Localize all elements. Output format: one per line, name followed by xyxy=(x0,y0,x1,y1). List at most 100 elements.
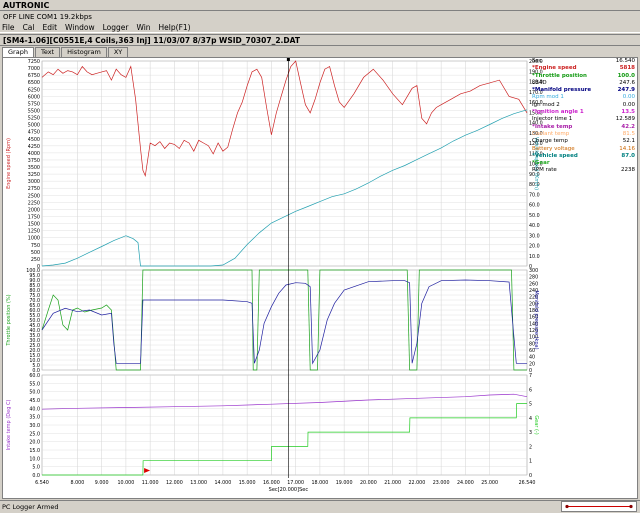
y-tick-label: 1250 xyxy=(28,229,40,235)
y-tick-label: 5250 xyxy=(28,116,40,122)
legend-label: Ign mod 2 xyxy=(532,101,560,108)
legend-value: 5818 xyxy=(619,65,635,72)
x-tick-label: 25.000 xyxy=(481,480,498,486)
x-tick-label: 10.000 xyxy=(118,480,135,486)
x-tick-label: 26.540 xyxy=(519,480,536,486)
y2-tick-label: 260 xyxy=(529,281,538,287)
y-tick-label: 35.0 xyxy=(29,415,40,421)
y-tick-label: 100.0 xyxy=(26,268,40,274)
y2-tick-label: 40.0 xyxy=(529,223,540,229)
y2-tick-label: 1 xyxy=(529,459,532,465)
y2-axis-title: Gear (-) xyxy=(533,415,539,434)
timeline-marker-icon xyxy=(565,504,633,509)
x-tick-label: 24.000 xyxy=(457,480,474,486)
x-tick-label: 19.000 xyxy=(336,480,353,486)
y-tick-label: 3750 xyxy=(28,158,40,164)
legend-row[interactable]: Injector time 1 12.589 xyxy=(532,116,637,123)
legend-label: *Engine speed xyxy=(532,65,577,72)
legend-value: 247.9 xyxy=(617,87,635,94)
y-axis-title: Throttle position (%) xyxy=(6,294,12,346)
y-tick-label: 4000 xyxy=(28,151,40,157)
legend-value: 100.0 xyxy=(617,72,635,79)
legend-row[interactable]: *Engine speed 5818 xyxy=(532,65,637,72)
x-tick-label: 16.000 xyxy=(263,480,280,486)
y-tick-label: 2000 xyxy=(28,207,40,213)
y-tick-label: 6750 xyxy=(28,73,40,79)
legend-row[interactable]: Sec 16.540 xyxy=(532,58,637,65)
legend-label: *Throttle position xyxy=(532,72,587,79)
y2-tick-label: 2 xyxy=(529,444,532,450)
y-tick-label: 250 xyxy=(31,257,40,263)
legend-row[interactable]: *Manifold pressure 247.9 xyxy=(532,87,637,94)
legend-row[interactable]: Ign mod 2 0.00 xyxy=(532,102,637,109)
y-tick-label: 2250 xyxy=(28,200,40,206)
legend-value: 2238 xyxy=(621,167,635,174)
y-tick-label: 5.0 xyxy=(32,465,40,471)
y-axis-title: Engine speed (Rpm) xyxy=(6,138,12,189)
timeline-scroller[interactable] xyxy=(561,501,637,512)
legend-label: Coolant temp xyxy=(532,130,570,137)
legend-label: *Ignition angle 1 xyxy=(532,109,584,116)
y-tick-label: 3500 xyxy=(28,165,40,171)
y-tick-label: 4250 xyxy=(28,144,40,150)
y-tick-label: 6250 xyxy=(28,87,40,93)
y-tick-label: 500 xyxy=(31,250,40,256)
legend-label: Sec xyxy=(532,58,542,64)
legend-row[interactable]: *Vehicle speed 87.0 xyxy=(532,153,637,160)
legend-row[interactable]: *Gear xyxy=(532,160,637,167)
legend-row[interactable]: Battery voltage 14.16 xyxy=(532,146,637,153)
y-tick-label: 2500 xyxy=(28,193,40,199)
y-tick-label: 10.0 xyxy=(29,456,40,462)
legend-row[interactable]: *Throttle position 100.0 xyxy=(532,73,637,80)
y-tick-label: 1000 xyxy=(28,236,40,242)
y2-tick-label: 70.0 xyxy=(529,192,540,198)
legend-value: 81.5 xyxy=(622,130,635,137)
x-tick-label: 13.000 xyxy=(190,480,207,486)
y-tick-label: 3250 xyxy=(28,172,40,178)
cursor-label: Sec[20.000]Sec xyxy=(269,487,309,493)
y2-tick-label: 40 xyxy=(529,355,535,361)
time-cursor-handle xyxy=(286,58,290,61)
x-tick-label: 18.000 xyxy=(312,480,329,486)
y2-tick-label: 7 xyxy=(529,373,532,379)
y2-tick-label: 60.0 xyxy=(529,203,540,209)
y2-tick-label: 6 xyxy=(529,387,532,393)
y-tick-label: 60.0 xyxy=(29,373,40,379)
y-tick-label: 1500 xyxy=(28,222,40,228)
legend-value: 16.540 xyxy=(615,58,635,64)
x-tick-label: 15.000 xyxy=(239,480,256,486)
x-tick-label: 20.000 xyxy=(360,480,377,486)
y-tick-label: 5750 xyxy=(28,101,40,107)
y-axis-title: Intake temp (Deg C) xyxy=(6,400,12,451)
legend-row[interactable]: *Ignition angle 1 13.5 xyxy=(532,109,637,116)
y2-tick-label: 4 xyxy=(529,416,532,422)
y2-tick-label: 300 xyxy=(529,268,538,274)
legend-row[interactable]: Coolant temp 81.5 xyxy=(532,131,637,138)
legend-row[interactable]: *Intake temp 42.2 xyxy=(532,124,637,131)
legend-label: Injector time 1 xyxy=(532,116,573,123)
legend-label: RPM rate xyxy=(532,167,557,174)
x-tick-label: 8.000 xyxy=(71,480,85,486)
legend-row[interactable]: Charge temp 52.1 xyxy=(532,138,637,145)
x-tick-label: 21.000 xyxy=(384,480,401,486)
y-tick-label: 4500 xyxy=(28,137,40,143)
y-tick-label: 5500 xyxy=(28,108,40,114)
y2-tick-label: 50.0 xyxy=(529,213,540,219)
legend-value: 42.2 xyxy=(621,123,635,130)
y-tick-label: 3000 xyxy=(28,179,40,185)
y-tick-label: 1750 xyxy=(28,215,40,221)
y2-tick-label: 280 xyxy=(529,275,538,281)
legend-value: 0.00 xyxy=(622,94,635,101)
y-tick-label: 7000 xyxy=(28,66,40,72)
x-tick-label: 23.000 xyxy=(433,480,450,486)
legend-row[interactable]: RPM rate 2238 xyxy=(532,167,637,174)
y-tick-label: 6500 xyxy=(28,80,40,86)
legend-row[interactable]: Rpm mod 1 0.00 xyxy=(532,94,637,101)
legend-label: Battery voltage xyxy=(532,145,575,152)
legend-label: *Vehicle speed xyxy=(532,152,578,159)
y2-tick-label: 3 xyxy=(529,430,532,436)
legend-label: LB4D xyxy=(532,79,547,86)
legend-row[interactable]: LB4D 247.6 xyxy=(532,80,637,87)
x-tick-label: 14.000 xyxy=(215,480,232,486)
y2-tick-label: 30.0 xyxy=(529,233,540,239)
